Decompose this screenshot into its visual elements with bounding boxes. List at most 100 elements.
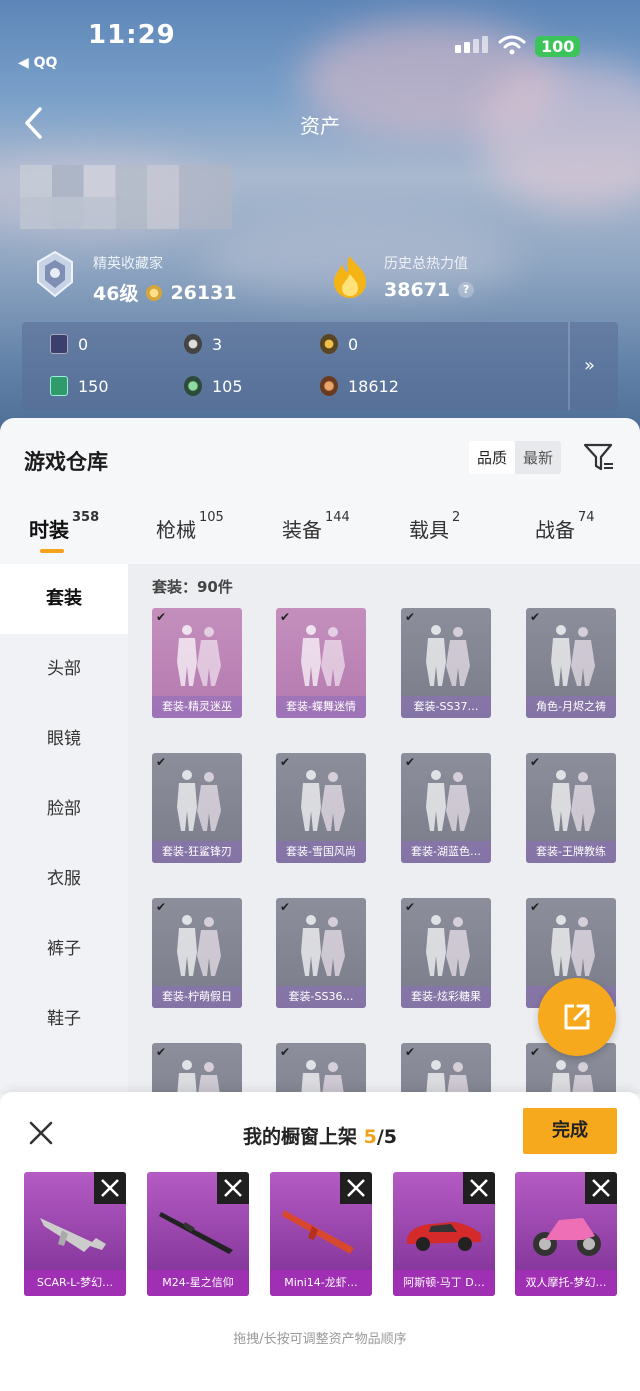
remove-slot-button[interactable]: [217, 1172, 249, 1204]
outfit-card[interactable]: ✔: [152, 1043, 242, 1094]
heat-stat: 历史总热力值 38671 ?: [384, 253, 475, 301]
silver-coin-icon: [184, 334, 202, 354]
wifi-icon: [498, 35, 526, 55]
subcategory-sidebar: 套装 头部 眼镜 脸部 衣服 裤子 鞋子: [0, 564, 128, 1094]
sidebar-item-pants[interactable]: 裤子: [0, 914, 128, 984]
sort-newest-button[interactable]: 最新: [515, 441, 561, 474]
tab-fashion[interactable]: 时装358: [29, 510, 99, 543]
points-coin-icon: [146, 284, 163, 301]
outfit-card[interactable]: ✔ 套装-蝶舞迷情: [276, 608, 366, 718]
help-icon[interactable]: ?: [458, 282, 475, 298]
sidebar-item-glasses[interactable]: 眼镜: [0, 704, 128, 774]
check-icon: ✔: [530, 755, 541, 769]
outfit-card[interactable]: ✔ 套装-SS36…: [276, 898, 366, 1008]
check-icon: ✔: [405, 1045, 416, 1059]
tab-supplies[interactable]: 战备74: [535, 510, 595, 543]
sidebar-item-face[interactable]: 脸部: [0, 774, 128, 844]
outfit-card[interactable]: ✔: [401, 1043, 491, 1094]
outfit-card[interactable]: ✔ 套装-SS37…: [401, 608, 491, 718]
outfit-figure-icon: [426, 1060, 469, 1094]
check-icon: ✔: [156, 900, 167, 914]
outfit-card-label: 套装-精灵迷巫: [152, 696, 242, 718]
outfit-card-label: 角色-月烬之祷: [526, 696, 616, 718]
back-to-app-link[interactable]: ◀ QQ: [18, 55, 57, 71]
heat-label: 历史总热力值: [384, 256, 468, 272]
card-icon: [50, 334, 68, 354]
outfit-card-label: 套装-蝶舞迷情: [276, 696, 366, 718]
outfit-figure-icon: [426, 915, 470, 976]
currency-item: 18612: [320, 376, 399, 396]
showcase-slot[interactable]: Mini14-龙虾…: [270, 1172, 372, 1296]
outfit-figure-icon: [301, 770, 345, 831]
outfit-figure-icon: [177, 1060, 220, 1094]
page-title: 资产: [300, 114, 340, 138]
sort-quality-button[interactable]: 品质: [469, 441, 516, 474]
outfit-figure-icon: [551, 625, 595, 686]
status-time: 11:29: [88, 20, 176, 50]
slot-label: 阿斯顿·马丁 D…: [393, 1270, 495, 1296]
outfit-card[interactable]: ✔ 套装-雪国风尚: [276, 753, 366, 863]
currency-item: 0: [50, 334, 88, 354]
remove-slot-button[interactable]: [463, 1172, 495, 1204]
filter-icon[interactable]: [582, 440, 616, 474]
item-count: 套装：90件: [152, 578, 233, 596]
currency-item: 0: [320, 334, 358, 354]
outfit-figure-icon: [551, 770, 595, 831]
battery-indicator: 100: [535, 36, 581, 57]
showcase-slot[interactable]: SCAR-L-梦幻…: [24, 1172, 126, 1296]
check-icon: ✔: [405, 755, 416, 769]
sidebar-item-outfits[interactable]: 套装: [0, 564, 128, 634]
check-icon: ✔: [530, 1045, 541, 1059]
done-button[interactable]: 完成: [523, 1108, 617, 1154]
reorder-hint: 拖拽/长按可调整资产物品顺序: [233, 1332, 407, 1347]
check-icon: ✔: [280, 610, 291, 624]
outfit-figure-icon: [426, 625, 470, 686]
slot-label: Mini14-龙虾…: [270, 1270, 372, 1296]
collector-points: 26131: [170, 281, 237, 304]
collector-title: 精英收藏家: [93, 256, 163, 272]
outfit-card-label: 套装-SS36…: [276, 986, 366, 1008]
outfit-figure-icon: [301, 1060, 344, 1094]
fire-icon: [334, 256, 366, 298]
sports-car-icon: [407, 1222, 481, 1251]
outfit-card[interactable]: ✔ 角色-月烬之祷: [526, 608, 616, 718]
tab-equipment[interactable]: 装备144: [282, 510, 350, 543]
outfit-figure-icon: [301, 625, 345, 686]
outfit-card[interactable]: ✔ 套装-王牌教练: [526, 753, 616, 863]
outfit-card[interactable]: ✔: [276, 1043, 366, 1094]
showcase-slot[interactable]: 阿斯顿·马丁 D…: [393, 1172, 495, 1296]
outfit-card[interactable]: ✔ 套装-精灵迷巫: [152, 608, 242, 718]
collector-stat: 精英收藏家 46级 26131: [93, 253, 237, 306]
remove-slot-button[interactable]: [340, 1172, 372, 1204]
sidebar-item-head[interactable]: 头部: [0, 634, 128, 704]
bronze-coin-icon: [320, 376, 338, 396]
sidebar-item-shoes[interactable]: 鞋子: [0, 984, 128, 1054]
sidebar-item-clothes[interactable]: 衣服: [0, 844, 128, 914]
check-icon: ✔: [405, 900, 416, 914]
outfit-card[interactable]: ✔ 套装-湖蓝色…: [401, 753, 491, 863]
expand-currencies-icon[interactable]: »: [584, 355, 595, 376]
check-icon: ✔: [280, 755, 291, 769]
outfit-card[interactable]: ✔ 套装-柠萌假日: [152, 898, 242, 1008]
cellular-signal-icon: [455, 36, 488, 53]
showcase-slot[interactable]: M24-星之信仰: [147, 1172, 249, 1296]
slot-label: M24-星之信仰: [147, 1270, 249, 1296]
share-button[interactable]: [538, 978, 616, 1056]
remove-slot-button[interactable]: [94, 1172, 126, 1204]
check-icon: ✔: [156, 755, 167, 769]
showcase-slot[interactable]: 双人摩托-梦幻…: [515, 1172, 617, 1296]
tab-guns[interactable]: 枪械105: [156, 510, 224, 543]
currency-item: 3: [184, 334, 222, 354]
check-icon: ✔: [530, 900, 541, 914]
check-icon: ✔: [156, 1045, 167, 1059]
check-icon: ✔: [156, 610, 167, 624]
outfit-card[interactable]: ✔ 套装-炫彩糖果: [401, 898, 491, 1008]
outfit-figure-icon: [301, 915, 345, 976]
tab-vehicles[interactable]: 载具2: [409, 510, 460, 543]
remove-slot-button[interactable]: [585, 1172, 617, 1204]
sort-toggle: 品质 最新: [469, 441, 562, 474]
showcase-count: 5: [363, 1126, 377, 1148]
check-icon: ✔: [280, 1045, 291, 1059]
outfit-card[interactable]: ✔ 套装-狂鲨锋刃: [152, 753, 242, 863]
outfit-figure-icon: [426, 770, 470, 831]
